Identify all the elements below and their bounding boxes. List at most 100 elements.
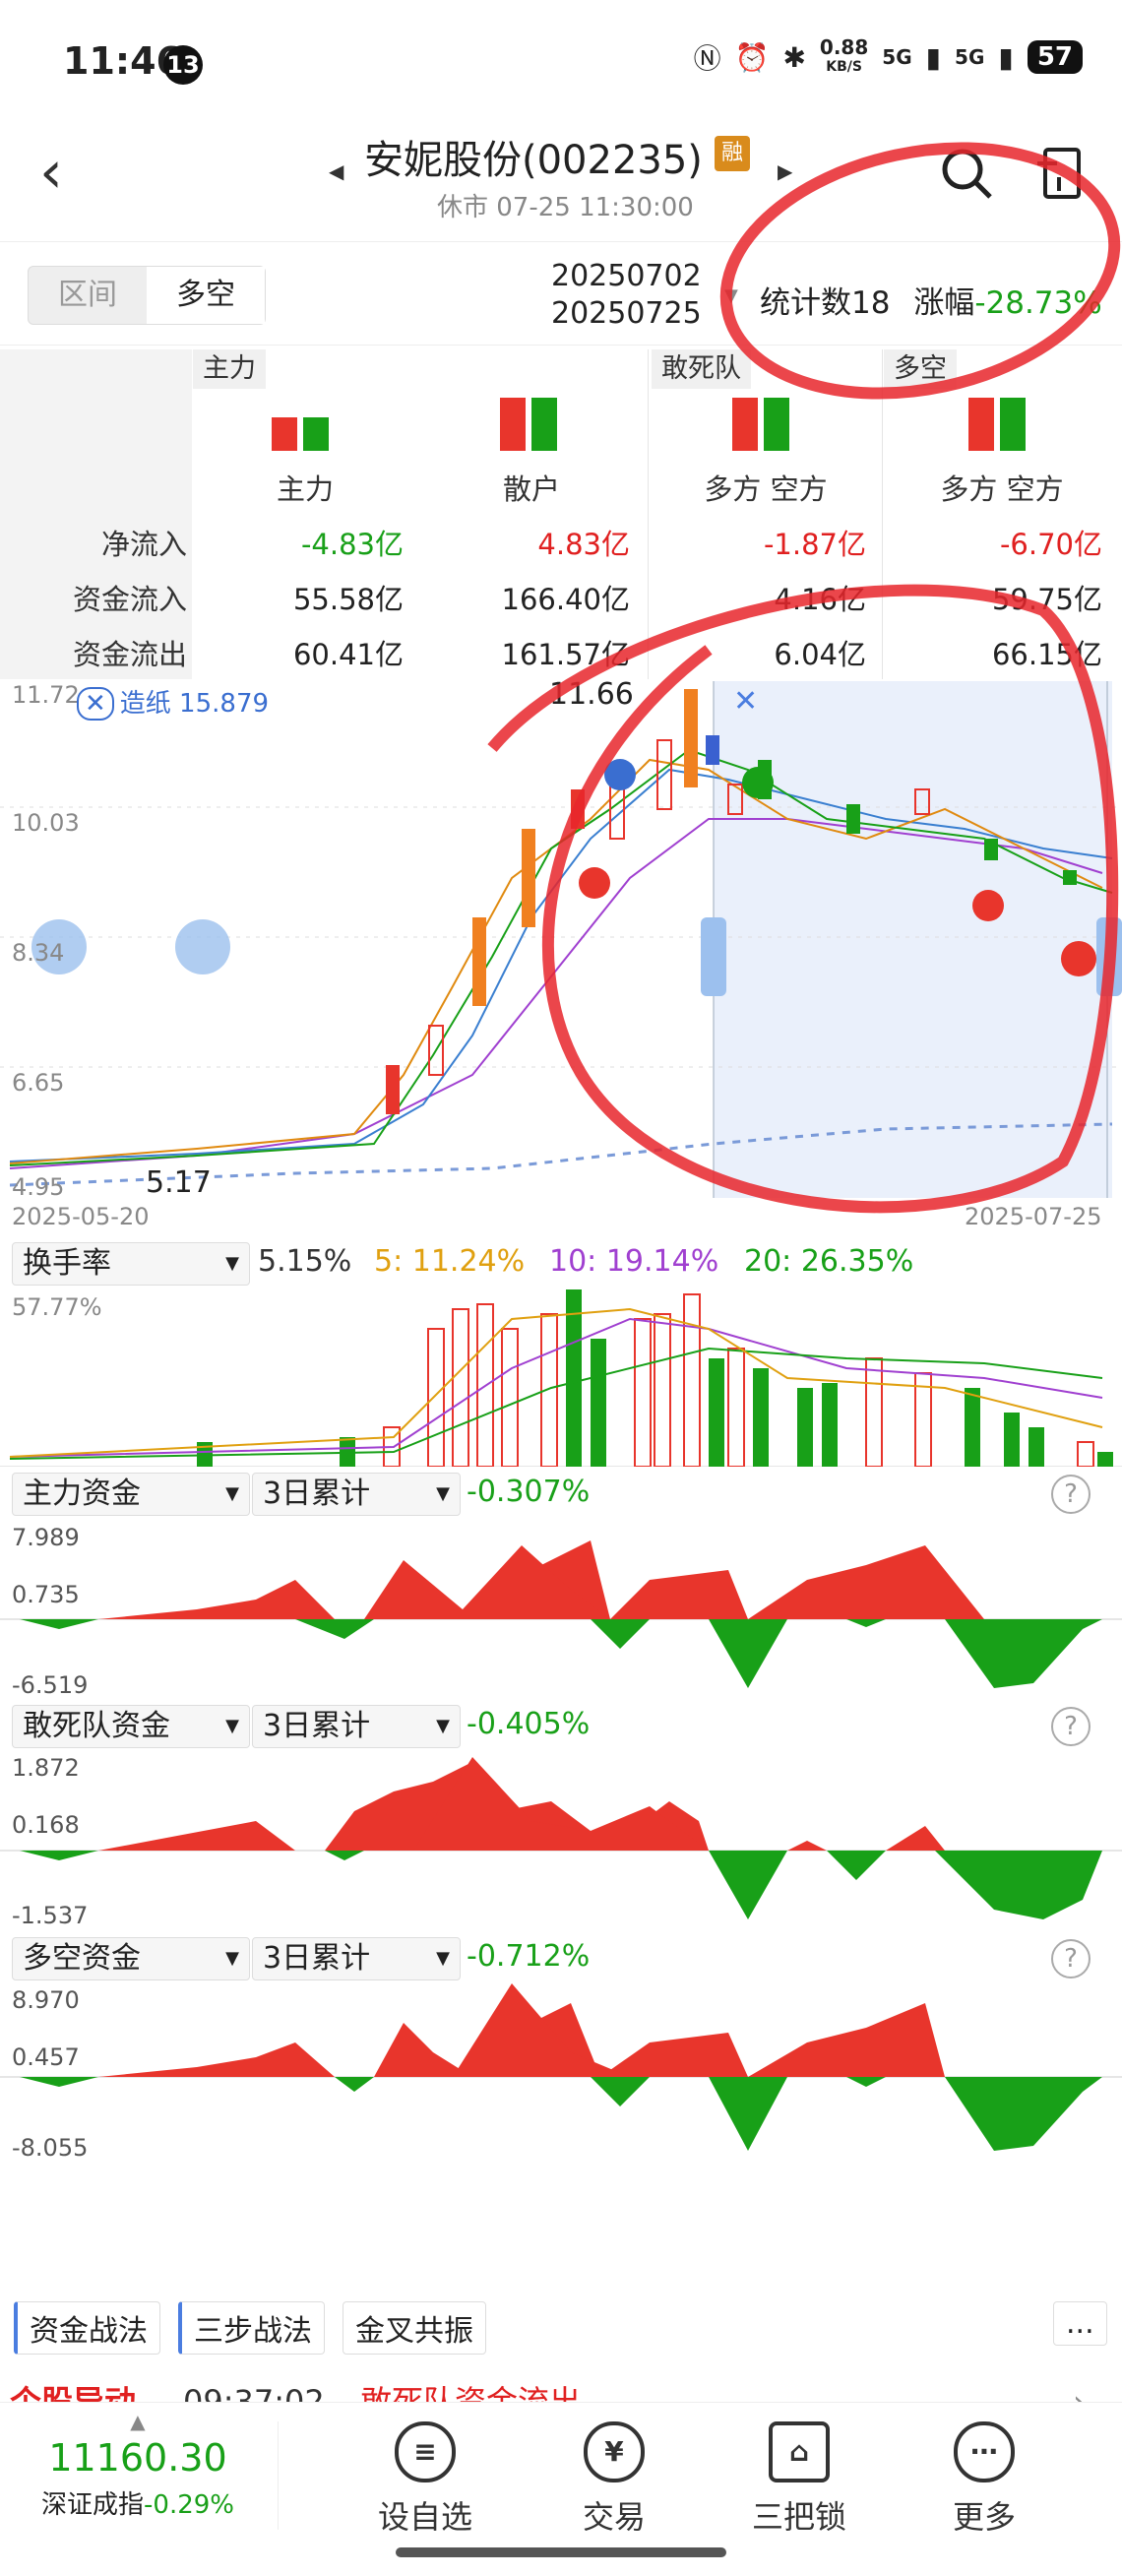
nav-more[interactable]: ⋯ 更多 (905, 2421, 1063, 2538)
signal-bars-icon: ▮ (998, 40, 1014, 74)
row-label-inflow: 资金流入 (72, 583, 187, 616)
outflow-longshort: 66.15亿 (991, 638, 1102, 671)
stats-change-value: -28.73% (974, 285, 1102, 321)
inflow-daredevil: 4.16亿 (774, 583, 866, 616)
chevron-down-icon: ▼ (436, 1483, 450, 1504)
period-dropdown[interactable]: 3日累计 ▼ (252, 1937, 461, 1980)
bluetooth-icon: ✱ (782, 40, 806, 74)
period-label: 3日累计 (263, 1476, 371, 1511)
index-name: 深证成指 (41, 2490, 145, 2520)
date-dropdown-icon[interactable]: ▼ (724, 285, 738, 306)
tag-golden-cross[interactable]: 金叉共振 (343, 2301, 486, 2355)
search-icon[interactable] (939, 146, 994, 201)
date-end: 20250725 (551, 296, 702, 331)
period-dropdown[interactable]: 3日累计 ▼ (252, 1473, 461, 1516)
help-icon[interactable]: ? (1051, 1707, 1091, 1746)
indicator-label: 主力资金 (23, 1476, 141, 1511)
turnover-dropdown[interactable]: 换手率 ▼ (12, 1242, 250, 1286)
outflow-daredevil: 6.04亿 (774, 638, 866, 671)
x-date-end: 2025-07-25 (965, 1203, 1102, 1230)
net-speed-unit: KB/S (826, 59, 862, 75)
strategy-tags: 资金战法 三步战法 金叉共振 (14, 2301, 486, 2355)
nav-watchlist[interactable]: ≡ 设自选 (346, 2421, 504, 2538)
stats-count: 统计数18 (760, 285, 891, 321)
tag-fund-strategy[interactable]: 资金战法 (14, 2301, 160, 2355)
signal-bars-icon: ▮ (925, 40, 942, 74)
y-tick-4: 6.65 (12, 1069, 65, 1097)
nav-trade[interactable]: ¥ 交易 (535, 2421, 693, 2538)
longshort-fund-dropdown[interactable]: 多空资金 ▼ (12, 1937, 250, 1980)
stats-change-label: 涨幅 (913, 285, 975, 321)
alarm-icon: ⏰ (734, 40, 770, 74)
y-tick-3: 8.34 (12, 939, 65, 967)
next-stock-icon[interactable]: ▶ (778, 159, 792, 183)
mini-bars-icon (732, 398, 789, 451)
turnover-ma20: 20: 26.35% (744, 1244, 914, 1279)
selected-range (714, 681, 1112, 1198)
range-handle-right-icon[interactable] (1096, 917, 1122, 996)
row-label-net: 净流入 (100, 528, 187, 561)
turnover-ma10: 10: 19.14% (549, 1244, 719, 1279)
range-handle-left-icon[interactable] (701, 917, 726, 996)
help-icon[interactable]: ? (1051, 1939, 1091, 1979)
chevron-down-icon: ▼ (225, 1948, 239, 1969)
help-icon[interactable]: ? (1051, 1475, 1091, 1514)
indicator-value: -0.712% (467, 1939, 591, 1974)
more-tags-button[interactable]: ... (1053, 2301, 1107, 2346)
tab-longshort[interactable]: 多空 (147, 267, 265, 324)
chevron-down-icon: ▼ (436, 1948, 450, 1969)
chevron-right-icon[interactable]: › (1073, 2372, 1086, 2402)
share-icon[interactable] (1035, 144, 1085, 201)
index-value[interactable]: 11160.30 (0, 2436, 276, 2480)
more-icon: ⋯ (954, 2421, 1015, 2482)
index-info: 深证成指-0.29% (0, 2484, 276, 2521)
main-fund-dropdown[interactable]: 主力资金 ▼ (12, 1473, 250, 1516)
mini-bars-icon (968, 398, 1026, 451)
tag-three-step[interactable]: 三步战法 (178, 2301, 325, 2355)
indicator-label: 多空资金 (23, 1941, 141, 1976)
daredevil-fund-dropdown[interactable]: 敢死队资金 ▼ (12, 1705, 250, 1748)
turnover-chart (0, 1289, 1122, 1467)
daredevil-fund-chart (0, 1757, 1122, 1919)
back-icon[interactable]: ‹ (39, 143, 63, 202)
net-daredevil: -1.87亿 (763, 528, 866, 561)
net-retail: 4.83亿 (537, 528, 630, 561)
nav-label: 更多 (952, 2498, 1016, 2536)
yuan-icon: ¥ (584, 2421, 645, 2482)
col-header-daredevil: 多方 空方 (704, 472, 828, 506)
tab-range[interactable]: 区间 (29, 267, 147, 324)
inflow-longshort: 59.75亿 (991, 583, 1102, 616)
ticker-text: 敢死队资金流出 (360, 2383, 582, 2402)
high-price-label: 11.66 (549, 677, 634, 712)
indicator-value: -0.405% (467, 1707, 591, 1741)
main-fund-chart (0, 1540, 1122, 1688)
close-range-icon: ✕ (733, 684, 758, 719)
period-dropdown[interactable]: 3日累计 ▼ (252, 1705, 461, 1748)
chevron-up-icon[interactable]: ▲ (0, 2410, 276, 2433)
kline-chart[interactable]: ✕ (0, 681, 1122, 1232)
mini-bars-icon (272, 417, 329, 451)
col-header-main: 主力 (276, 472, 334, 506)
prev-stock-icon[interactable]: ◀ (329, 159, 343, 183)
nav-label: 三把锁 (751, 2498, 846, 2536)
ticker-bar[interactable]: 个股异动 09:37:02 敢死队资金流出 › (0, 2372, 1122, 2402)
range-stats: 统计数18 涨幅-28.73% (760, 278, 1102, 322)
inflow-retail: 166.40亿 (501, 583, 630, 616)
period-label: 3日累计 (263, 1941, 371, 1976)
margin-badge: 融 (715, 136, 750, 171)
sector-overlay[interactable]: ✕ 造纸 15.879 (77, 683, 270, 721)
list-icon: ≡ (395, 2421, 456, 2482)
battery-indicator: 57 (1027, 40, 1083, 74)
sector-overlay-label: 造纸 15.879 (119, 689, 270, 719)
period-label: 3日累计 (263, 1709, 371, 1743)
nav-three-locks[interactable]: ⌂ 三把锁 (720, 2421, 878, 2538)
chevron-down-icon: ▼ (225, 1483, 239, 1504)
y-tick-5: 4.95 (12, 1173, 65, 1201)
date-range-selector[interactable]: 20250702 20250725 (551, 258, 702, 333)
nav-label: 设自选 (377, 2498, 472, 2536)
chevron-down-icon: ▼ (436, 1716, 450, 1736)
outflow-retail: 161.57亿 (501, 638, 630, 671)
ticker-label: 个股异动 (10, 2383, 137, 2402)
net-longshort: -6.70亿 (999, 528, 1102, 561)
section-longshort: 多空 (884, 349, 957, 389)
